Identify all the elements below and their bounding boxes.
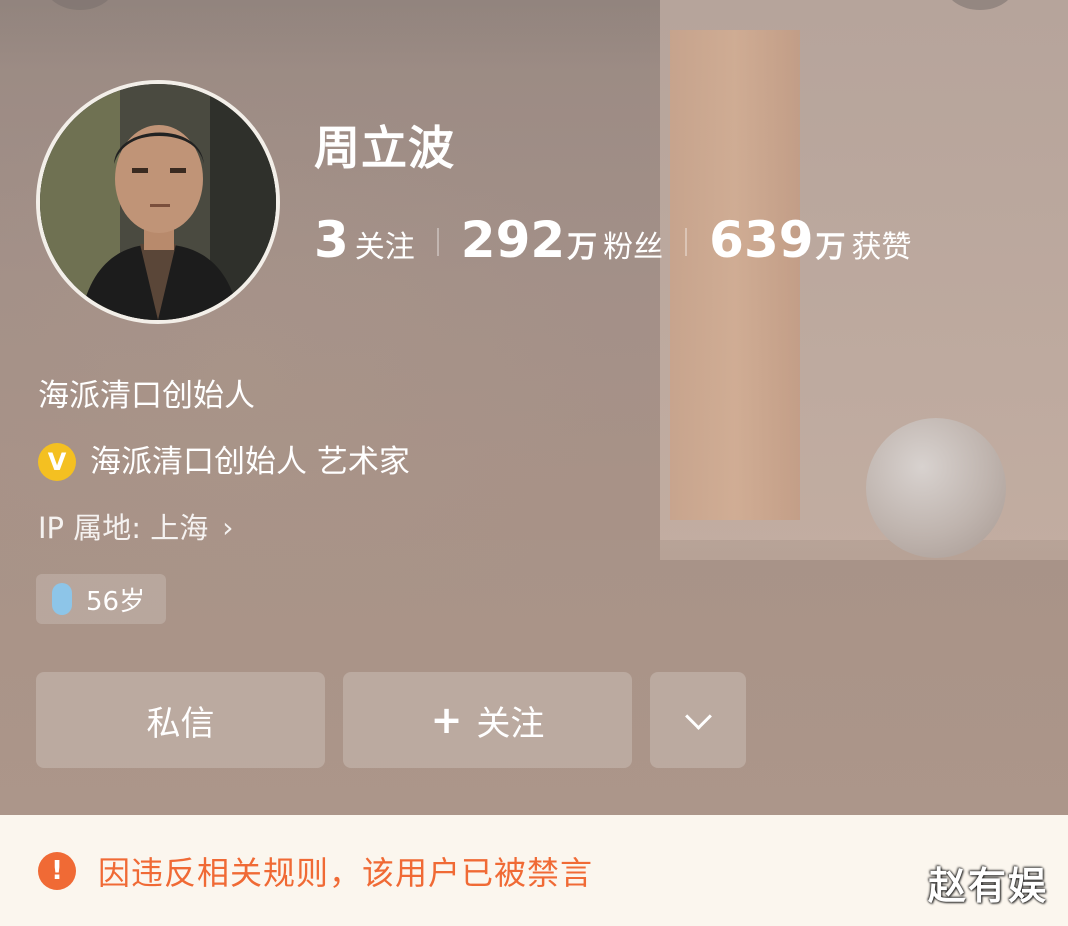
stat-following[interactable]: 3 关注 — [314, 210, 415, 270]
avatar[interactable] — [36, 80, 280, 324]
plus-icon: + — [430, 698, 463, 742]
ip-location-text: IP 属地: 上海 — [38, 511, 209, 545]
stat-fans-unit: 万 — [567, 230, 598, 265]
stat-likes-unit: 万 — [815, 230, 846, 265]
stat-fans[interactable]: 292 万 粉丝 — [461, 210, 663, 270]
warning-icon: ! — [38, 851, 76, 890]
background-beam — [670, 30, 800, 520]
stat-following-count: 3 — [314, 211, 349, 269]
profile-photo-icon — [40, 84, 276, 320]
message-button[interactable]: 私信 — [36, 672, 325, 768]
follow-button[interactable]: + 关注 — [343, 672, 632, 768]
stat-divider — [685, 228, 688, 256]
stat-divider — [436, 228, 439, 256]
ban-notice-bar: ! 因违反相关规则，该用户已被禁言 — [0, 815, 1068, 926]
stat-likes-count: 639 — [709, 211, 814, 269]
verification-text: 海派清口创始人 艺术家 — [90, 444, 410, 480]
message-button-label: 私信 — [146, 703, 215, 744]
chevron-down-icon — [684, 702, 712, 730]
stat-following-label: 关注 — [354, 230, 415, 265]
profile-bio: 海派清口创始人 — [38, 378, 255, 414]
stat-fans-label: 粉丝 — [603, 230, 664, 265]
male-icon — [52, 583, 72, 615]
verified-badge-icon: V — [38, 443, 76, 481]
background-sphere — [866, 418, 1006, 558]
follow-button-label: 关注 — [476, 703, 545, 744]
stat-likes[interactable]: 639 万 获赞 — [709, 210, 911, 270]
profile-page: 周立波 3 关注 292 万 粉丝 639 万 获赞 海派清口创始人 V 海派清… — [0, 0, 1068, 926]
stat-likes-label: 获赞 — [851, 230, 912, 265]
ban-notice-text: 因违反相关规则，该用户已被禁言 — [98, 853, 594, 892]
age-text: 56岁 — [86, 586, 146, 617]
verification-row: V 海派清口创始人 艺术家 — [38, 440, 410, 484]
age-tag: 56岁 — [36, 574, 166, 624]
watermark: 赵有娱 — [927, 864, 1048, 908]
more-options-button[interactable] — [650, 672, 746, 768]
stat-fans-count: 292 — [460, 211, 566, 269]
ip-location-row[interactable]: IP 属地: 上海 › — [38, 506, 233, 550]
profile-stats: 3 关注 292 万 粉丝 639 万 获赞 — [314, 210, 912, 274]
chevron-right-icon: › — [222, 511, 234, 544]
profile-name: 周立波 — [314, 121, 455, 175]
